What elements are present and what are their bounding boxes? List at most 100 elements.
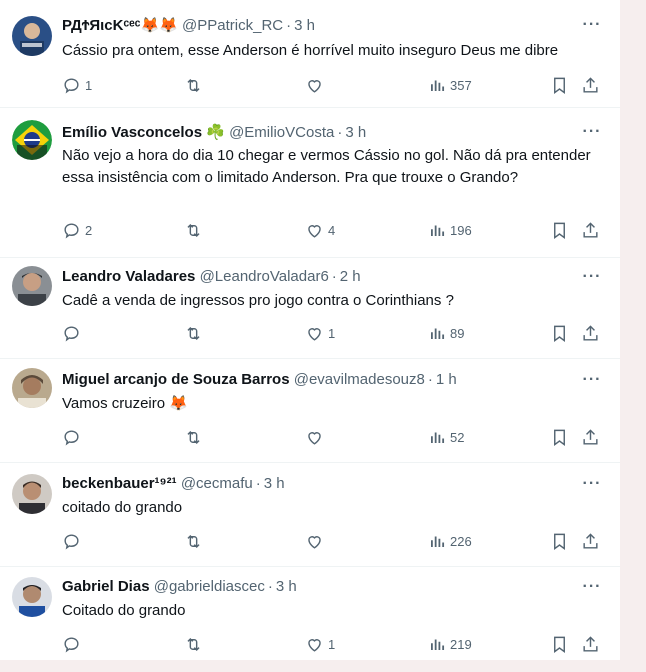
avatar[interactable] bbox=[12, 474, 52, 514]
retweet-icon bbox=[187, 534, 200, 548]
author-handle[interactable]: @evavilmadesouz8 bbox=[294, 371, 425, 388]
views-button[interactable]: 196 bbox=[428, 219, 472, 241]
retweet-button[interactable] bbox=[184, 426, 207, 448]
tweet[interactable]: РДϮЯιcKᶜᵉᶜ🦊🦊 @PPatrick_RC · 3 h ··· Cássio… bbox=[0, 0, 620, 108]
timestamp[interactable]: 3 h bbox=[276, 578, 297, 595]
like-button[interactable] bbox=[305, 530, 328, 552]
bookmark-button[interactable] bbox=[550, 74, 569, 96]
share-button[interactable] bbox=[581, 322, 600, 344]
reply-button[interactable] bbox=[62, 530, 85, 552]
avatar[interactable] bbox=[12, 120, 52, 160]
like-button[interactable]: 1 bbox=[305, 633, 335, 655]
like-button[interactable]: 4 bbox=[305, 219, 335, 241]
bookmark-button[interactable] bbox=[550, 322, 569, 344]
separator-dot: · bbox=[255, 475, 261, 492]
author-name[interactable]: Emílio Vasconcelos ☘️ bbox=[62, 124, 225, 141]
reply-icon bbox=[64, 77, 79, 94]
author-handle[interactable]: @PPatrick_RC bbox=[182, 17, 283, 34]
more-options-button[interactable]: ··· bbox=[582, 123, 602, 143]
avatar[interactable] bbox=[12, 368, 52, 408]
author-handle[interactable]: @gabrieldiascec bbox=[154, 578, 265, 595]
retweet-button[interactable] bbox=[184, 74, 207, 96]
tweet-actions: 1 219 bbox=[62, 633, 606, 655]
share-icon bbox=[583, 532, 598, 549]
views-button[interactable]: 226 bbox=[428, 530, 472, 552]
bookmark-button[interactable] bbox=[550, 633, 569, 655]
bookmark-icon bbox=[554, 325, 565, 342]
views-button[interactable]: 52 bbox=[428, 426, 464, 448]
retweet-button[interactable] bbox=[184, 530, 207, 552]
heart-icon bbox=[308, 224, 321, 238]
bookmark-icon bbox=[554, 636, 565, 653]
view-count: 357 bbox=[450, 77, 472, 93]
more-options-button[interactable]: ··· bbox=[582, 268, 602, 288]
share-button[interactable] bbox=[581, 426, 600, 448]
tweet-actions: 226 bbox=[62, 530, 606, 552]
tweet[interactable]: Emílio Vasconcelos ☘️ @EmilioVCosta · 3 h … bbox=[0, 107, 620, 258]
reply-button[interactable]: 2 bbox=[62, 219, 92, 241]
avatar[interactable] bbox=[12, 577, 52, 617]
bookmark-button[interactable] bbox=[550, 426, 569, 448]
bookmark-icon bbox=[554, 533, 565, 550]
retweet-button[interactable] bbox=[184, 219, 207, 241]
views-button[interactable]: 219 bbox=[428, 633, 472, 655]
views-button[interactable]: 89 bbox=[428, 322, 464, 344]
reply-icon bbox=[64, 429, 79, 446]
reply-button[interactable] bbox=[62, 322, 85, 344]
author-handle[interactable]: @LeandroValadar6 bbox=[200, 268, 329, 285]
avatar[interactable] bbox=[12, 16, 52, 56]
reply-button[interactable]: 1 bbox=[62, 74, 92, 96]
view-count: 52 bbox=[450, 429, 465, 445]
tweet-text: coitado do grando bbox=[62, 499, 183, 516]
timestamp[interactable]: 3 h bbox=[345, 124, 366, 141]
more-options-button[interactable]: ··· bbox=[582, 475, 602, 495]
like-button[interactable] bbox=[305, 74, 328, 96]
share-button[interactable] bbox=[581, 74, 600, 96]
author-name[interactable]: beckenbauer¹⁹²¹ bbox=[62, 475, 177, 492]
author-handle[interactable]: @EmilioVCosta bbox=[229, 124, 334, 141]
separator-dot: · bbox=[337, 124, 343, 141]
reply-button[interactable] bbox=[62, 633, 85, 655]
view-count: 89 bbox=[450, 325, 465, 341]
tweet[interactable]: Gabriel Dias @gabrieldiascec · 3 h ··· Coi… bbox=[0, 566, 620, 660]
tweet-header: РДϮЯιcKᶜᵉᶜ🦊🦊 @PPatrick_RC · 3 h bbox=[62, 16, 584, 34]
retweet-button[interactable] bbox=[184, 633, 207, 655]
timestamp[interactable]: 1 h bbox=[436, 371, 457, 388]
bookmark-button[interactable] bbox=[550, 530, 569, 552]
tweet[interactable]: beckenbauer¹⁹²¹ @cecmafu · 3 h ··· coitado… bbox=[0, 462, 620, 567]
separator-dot: · bbox=[267, 578, 273, 595]
author-name[interactable]: РДϮЯιcKᶜᵉᶜ🦊🦊 bbox=[62, 17, 178, 34]
avatar[interactable] bbox=[12, 266, 52, 306]
timestamp[interactable]: 2 h bbox=[340, 268, 361, 285]
share-button[interactable] bbox=[581, 633, 600, 655]
reply-button[interactable] bbox=[62, 426, 85, 448]
like-button[interactable] bbox=[305, 426, 328, 448]
tweet-actions: 52 bbox=[62, 426, 606, 448]
author-name[interactable]: Leandro Valadares bbox=[62, 268, 195, 285]
share-button[interactable] bbox=[581, 219, 600, 241]
author-name[interactable]: Gabriel Dias bbox=[62, 578, 150, 595]
share-icon bbox=[583, 76, 598, 93]
tweet-actions: 2 4 196 bbox=[62, 219, 606, 241]
tweet[interactable]: Leandro Valadares @LeandroValadar6 · 2 h ·… bbox=[0, 257, 620, 359]
tweet[interactable]: Miguel arcanjo de Souza Barros @evavilma… bbox=[0, 358, 620, 463]
more-options-button[interactable]: ··· bbox=[582, 578, 602, 598]
tweet-header: Miguel arcanjo de Souza Barros @evavilma… bbox=[62, 371, 584, 388]
tweet-header: Leandro Valadares @LeandroValadar6 · 2 h bbox=[62, 268, 584, 285]
like-button[interactable]: 1 bbox=[305, 322, 335, 344]
bookmark-button[interactable] bbox=[550, 219, 569, 241]
views-button[interactable]: 357 bbox=[428, 74, 472, 96]
author-name[interactable]: Miguel arcanjo de Souza Barros bbox=[62, 371, 290, 388]
timestamp[interactable]: 3 h bbox=[294, 17, 315, 34]
author-handle[interactable]: @cecmafu bbox=[181, 475, 253, 492]
timestamp[interactable]: 3 h bbox=[264, 475, 285, 492]
like-count: 4 bbox=[328, 222, 336, 238]
reply-count: 2 bbox=[85, 222, 93, 238]
share-button[interactable] bbox=[581, 530, 600, 552]
heart-icon bbox=[308, 638, 321, 652]
retweet-button[interactable] bbox=[184, 322, 207, 344]
view-count: 226 bbox=[450, 533, 472, 549]
more-options-button[interactable]: ··· bbox=[582, 371, 602, 391]
view-count: 196 bbox=[450, 222, 472, 238]
more-options-button[interactable]: ··· bbox=[582, 16, 602, 36]
